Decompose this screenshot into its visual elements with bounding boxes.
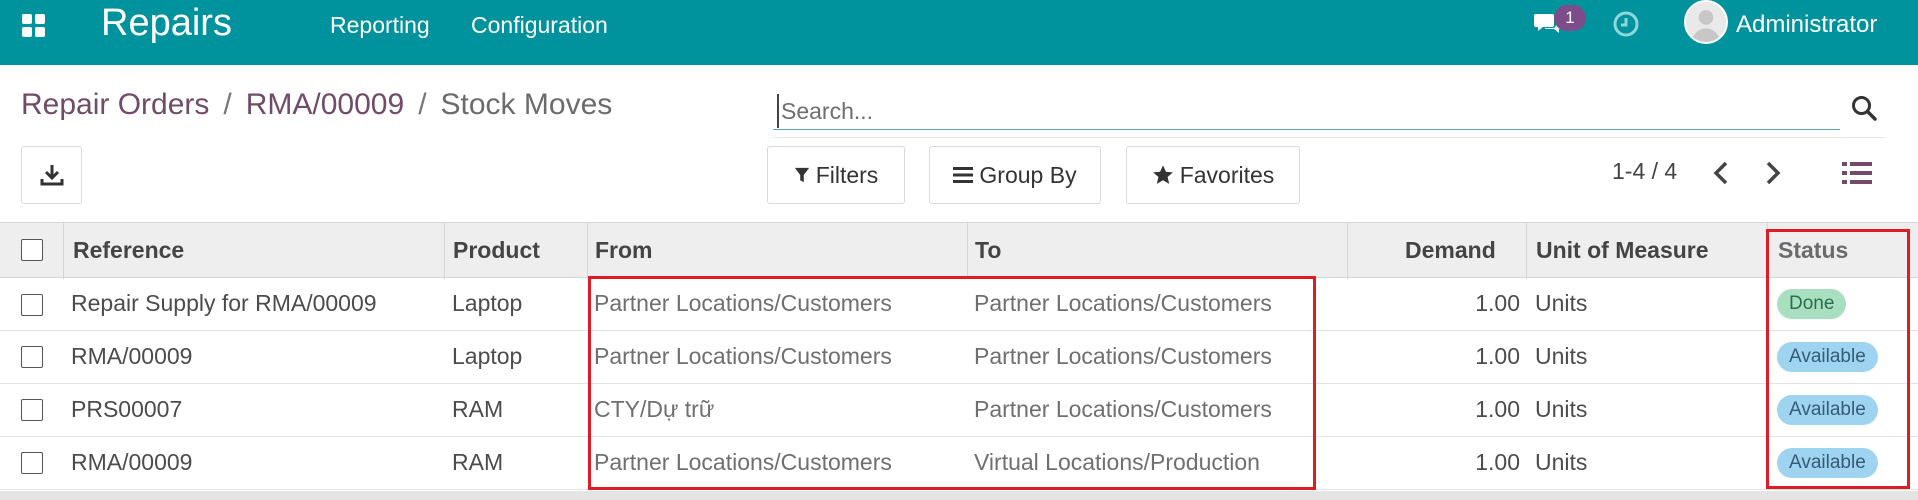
cell-from: Partner Locations/Customers xyxy=(594,290,892,316)
message-count-badge: 1 xyxy=(1554,5,1586,31)
menu-reporting[interactable]: Reporting xyxy=(330,12,430,39)
breadcrumb-separator: / xyxy=(418,88,427,121)
favorites-label: Favorites xyxy=(1179,161,1275,188)
cell-reference: PRS00007 xyxy=(71,396,183,422)
page-title: Stock Moves xyxy=(440,88,613,121)
filters-button[interactable]: Filters xyxy=(767,146,905,204)
column-divider xyxy=(587,223,588,279)
table-row[interactable]: PRS00007 RAM CTY/Dự trữ Partner Location… xyxy=(0,384,1918,437)
status-badge: Available xyxy=(1777,395,1878,425)
cell-unit: Units xyxy=(1535,343,1588,369)
cell-to: Virtual Locations/Production xyxy=(974,449,1260,475)
cell-demand: 1.00 xyxy=(1475,343,1520,369)
list-view-icon[interactable] xyxy=(1842,160,1872,186)
cell-demand: 1.00 xyxy=(1475,396,1520,422)
star-icon xyxy=(1152,165,1173,184)
cell-product: RAM xyxy=(452,449,504,475)
column-header-demand[interactable]: Demand xyxy=(1405,237,1496,264)
cell-to: Partner Locations/Customers xyxy=(974,396,1272,422)
group-by-button[interactable]: Group By xyxy=(929,146,1101,204)
column-divider xyxy=(1767,223,1768,279)
column-header-to[interactable]: To xyxy=(975,237,1001,264)
breadcrumb: Repair Orders / RMA/00009 / Stock Moves xyxy=(21,88,612,122)
search-input[interactable] xyxy=(777,94,1777,128)
column-divider xyxy=(63,223,64,279)
table-row[interactable]: RMA/00009 RAM Partner Locations/Customer… xyxy=(0,437,1918,490)
cell-reference: RMA/00009 xyxy=(71,343,193,369)
column-header-from[interactable]: From xyxy=(595,237,653,264)
column-header-product[interactable]: Product xyxy=(453,237,540,264)
column-divider xyxy=(444,223,445,279)
bars-icon xyxy=(953,167,974,183)
select-all-checkbox[interactable] xyxy=(21,239,43,261)
row-checkbox[interactable] xyxy=(21,294,43,316)
search-icon[interactable] xyxy=(1850,94,1878,122)
cell-to: Partner Locations/Customers xyxy=(974,343,1272,369)
cell-unit: Units xyxy=(1535,449,1588,475)
table-row[interactable]: Repair Supply for RMA/00009 Laptop Partn… xyxy=(0,278,1918,331)
filter-icon xyxy=(794,167,809,183)
status-badge: Available xyxy=(1777,448,1878,478)
download-icon xyxy=(40,165,63,186)
column-divider xyxy=(967,223,968,279)
cell-product: RAM xyxy=(452,396,504,422)
cell-from: CTY/Dự trữ xyxy=(594,396,715,422)
breadcrumb-separator: / xyxy=(223,88,232,121)
status-badge: Done xyxy=(1777,289,1847,319)
user-menu[interactable]: Administrator xyxy=(1736,11,1877,39)
cell-reference: Repair Supply for RMA/00009 xyxy=(71,290,377,316)
cell-from: Partner Locations/Customers xyxy=(594,449,892,475)
cell-demand: 1.00 xyxy=(1475,449,1520,475)
column-divider xyxy=(1526,223,1527,279)
cell-reference: RMA/00009 xyxy=(71,449,193,475)
column-header-reference[interactable]: Reference xyxy=(73,237,184,264)
row-checkbox[interactable] xyxy=(21,346,43,368)
cell-unit: Units xyxy=(1535,290,1588,316)
horizontal-scrollbar[interactable] xyxy=(0,491,1918,500)
cell-demand: 1.00 xyxy=(1475,290,1520,316)
pager-value[interactable]: 1-4 / 4 xyxy=(1612,158,1677,185)
breadcrumb-rma[interactable]: RMA/00009 xyxy=(246,88,404,122)
table-row[interactable]: RMA/00009 Laptop Partner Locations/Custo… xyxy=(0,331,1918,384)
group-by-label: Group By xyxy=(979,161,1077,188)
chevron-right-icon[interactable] xyxy=(1762,158,1784,188)
divider xyxy=(773,137,1885,138)
clock-icon[interactable] xyxy=(1612,10,1640,38)
row-checkbox[interactable] xyxy=(21,399,43,421)
favorites-button[interactable]: Favorites xyxy=(1126,146,1300,204)
avatar[interactable] xyxy=(1684,0,1728,44)
cell-to: Partner Locations/Customers xyxy=(974,290,1272,316)
chevron-left-icon[interactable] xyxy=(1710,158,1732,188)
app-title[interactable]: Repairs xyxy=(101,2,232,45)
cell-product: Laptop xyxy=(452,290,523,316)
breadcrumb-repair-orders[interactable]: Repair Orders xyxy=(21,88,209,122)
top-navbar: Repairs Reporting Configuration 1 Admini… xyxy=(0,0,1918,65)
cell-from: Partner Locations/Customers xyxy=(594,343,892,369)
filters-label: Filters xyxy=(815,161,879,188)
cell-product: Laptop xyxy=(452,343,523,369)
column-header-unit-of-measure[interactable]: Unit of Measure xyxy=(1536,237,1709,264)
status-badge: Available xyxy=(1777,342,1878,372)
menu-configuration[interactable]: Configuration xyxy=(471,12,608,39)
search-bar xyxy=(773,92,1840,130)
row-checkbox[interactable] xyxy=(21,452,43,474)
cell-unit: Units xyxy=(1535,396,1588,422)
column-divider xyxy=(1347,223,1348,279)
export-button[interactable] xyxy=(21,146,82,204)
apps-grid-icon[interactable] xyxy=(22,14,46,38)
column-header-status[interactable]: Status xyxy=(1778,237,1848,264)
table-header: Reference Product From To Demand Unit of… xyxy=(0,222,1918,279)
